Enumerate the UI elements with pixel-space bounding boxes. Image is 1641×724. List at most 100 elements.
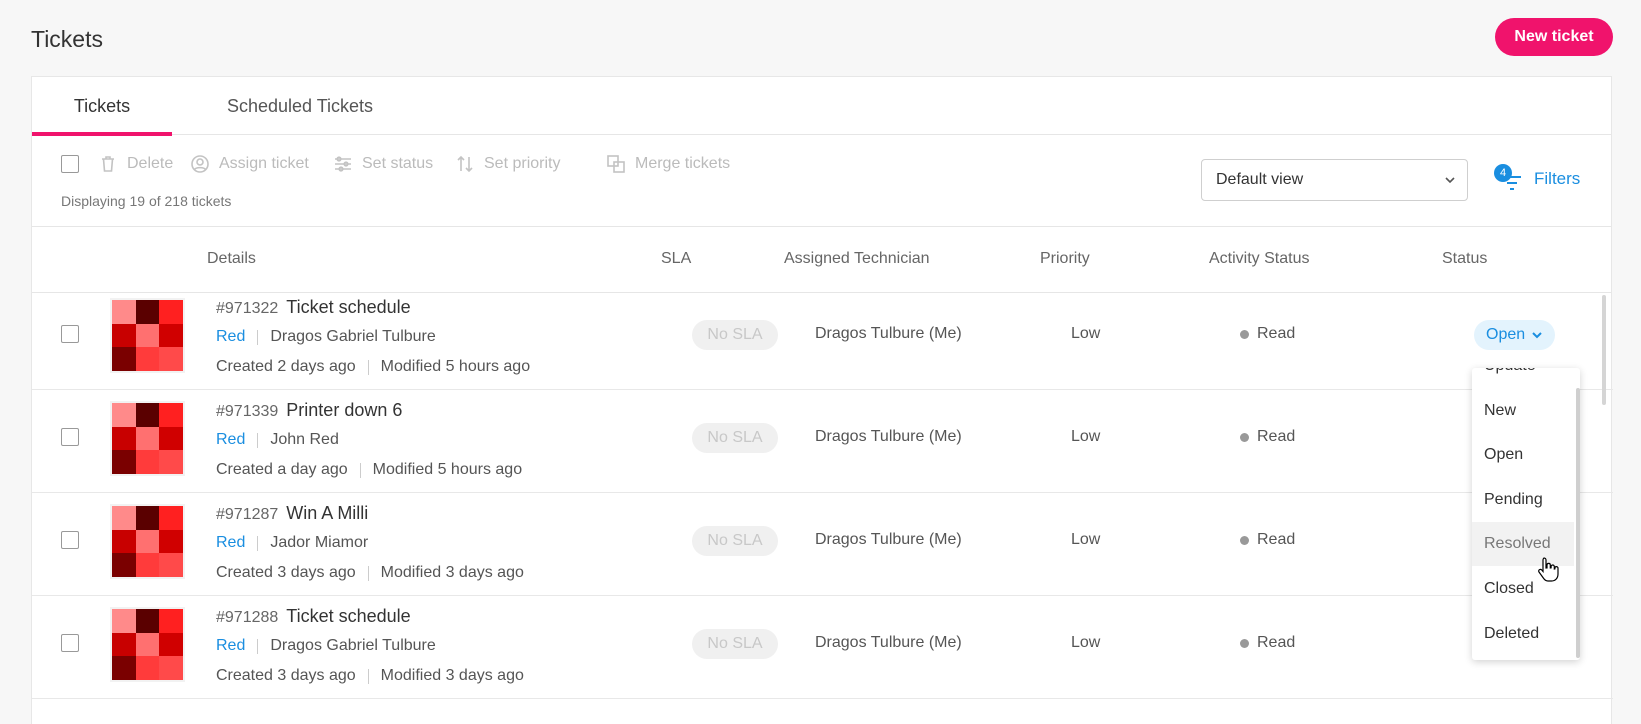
bulk-actions-toolbar: Delete Assign ticket Set status Set prio… [32, 135, 1611, 227]
separator [257, 432, 259, 448]
ticket-id-title[interactable]: #971322 Ticket schedule [216, 297, 411, 318]
dropdown-scrollbar[interactable] [1576, 388, 1580, 658]
merge-icon [607, 155, 625, 173]
avatar-cell [159, 656, 183, 680]
hand-pointer-cursor-icon [1538, 557, 1559, 582]
row-checkbox[interactable] [61, 428, 79, 446]
separator [367, 565, 369, 581]
avatar-cell [135, 300, 160, 324]
user-circle-icon [191, 155, 209, 173]
ticket-dates: Created 2 days ago Modified 5 hours ago [216, 358, 530, 376]
sla-badge: No SLA [692, 423, 778, 453]
tab-bar: Tickets Scheduled Tickets [32, 77, 1611, 136]
avatar-cell [135, 347, 160, 371]
avatar-cell [135, 426, 160, 451]
avatar-cell [135, 656, 160, 680]
status-option-open[interactable]: Open [1472, 433, 1574, 477]
avatar-cell [112, 323, 136, 348]
status-dropdown-menu: UpdateNewOpenPendingResolvedClosedDelete… [1472, 368, 1580, 660]
status-option-deleted[interactable]: Deleted [1472, 612, 1574, 656]
table-row[interactable]: #971287 Win A Milli Red Jador Miamor Created… [32, 489, 1613, 596]
activity-status: Read [1240, 634, 1295, 652]
ticket-id: #971288 [216, 609, 279, 626]
ticket-id: #971322 [216, 300, 279, 317]
table-row[interactable]: #971288 Ticket schedule Red Dragos Gabriel … [32, 592, 1613, 699]
ticket-id: #971287 [216, 506, 279, 523]
merge-tickets-action[interactable]: Merge tickets [606, 151, 730, 177]
chevron-down-icon [1532, 332, 1542, 339]
avatar-cell [112, 553, 136, 577]
avatar [110, 298, 185, 373]
avatar-cell [112, 347, 136, 371]
displaying-count: Displaying 19 of 218 tickets [61, 193, 232, 209]
company-link[interactable]: Red [216, 328, 245, 346]
table-row[interactable]: #971339 Printer down 6 Red John Red Created … [32, 386, 1613, 493]
view-select[interactable]: Default view [1201, 159, 1468, 201]
select-all-checkbox[interactable] [61, 155, 79, 173]
modified-date: Modified 3 days ago [380, 667, 524, 684]
ticket-title[interactable]: Ticket schedule [286, 606, 410, 626]
column-assigned-technician: Assigned Technician [784, 250, 930, 267]
avatar-cell [112, 632, 136, 657]
row-checkbox[interactable] [61, 325, 79, 343]
avatar-cell [159, 506, 183, 530]
sliders-icon [335, 156, 351, 172]
column-sla: SLA [661, 250, 692, 267]
ticket-id-title[interactable]: #971339 Printer down 6 [216, 400, 402, 421]
avatar-cell [159, 450, 183, 474]
company-link[interactable]: Red [216, 431, 245, 449]
company-link[interactable]: Red [216, 534, 245, 552]
set-status-action[interactable]: Set status [333, 151, 433, 177]
row-checkbox[interactable] [61, 531, 79, 549]
avatar-cell [112, 506, 136, 530]
sort-arrows-icon [457, 155, 473, 173]
status-option-pending[interactable]: Pending [1472, 478, 1574, 522]
assigned-technician: Dragos Tulbure (Me) [815, 428, 962, 445]
avatar-cell [112, 656, 136, 680]
assign-ticket-action[interactable]: Assign ticket [190, 151, 309, 177]
status-dropdown[interactable]: Open [1474, 320, 1556, 350]
ticket-company-contact: Red Dragos Gabriel Tulbure [216, 637, 436, 655]
priority: Low [1071, 325, 1101, 342]
avatar-cell [159, 553, 183, 577]
avatar-cell [135, 609, 160, 633]
ticket-id-title[interactable]: #971287 Win A Milli [216, 503, 368, 524]
activity-status: Read [1240, 428, 1295, 446]
created-date: Created 3 days ago [216, 667, 356, 684]
sla-badge: No SLA [692, 526, 778, 556]
tab-tickets[interactable]: Tickets [32, 77, 172, 136]
ticket-title[interactable]: Printer down 6 [286, 400, 402, 420]
status-option-update[interactable]: Update [1472, 368, 1574, 388]
avatar-cell [112, 300, 136, 324]
created-date: Created a day ago [216, 461, 348, 478]
contact-name: Dragos Gabriel Tulbure [270, 637, 436, 654]
ticket-id-title[interactable]: #971288 Ticket schedule [216, 606, 411, 627]
avatar-cell [112, 529, 136, 554]
tab-scheduled-tickets[interactable]: Scheduled Tickets [200, 77, 400, 135]
avatar-cell [135, 323, 160, 348]
ticket-dates: Created a day ago Modified 5 hours ago [216, 461, 522, 479]
trash-icon [102, 156, 114, 172]
avatar-cell [135, 403, 160, 427]
set-priority-action[interactable]: Set priority [455, 151, 560, 177]
ticket-title[interactable]: Ticket schedule [286, 297, 410, 317]
ticket-dates: Created 3 days ago Modified 3 days ago [216, 667, 524, 685]
avatar-cell [112, 426, 136, 451]
column-status: Status [1442, 250, 1488, 267]
table-row[interactable]: #971322 Ticket schedule Red Dragos Gabriel … [32, 283, 1613, 390]
created-date: Created 3 days ago [216, 564, 356, 581]
delete-action[interactable]: Delete [98, 151, 173, 177]
sla-badge: No SLA [692, 320, 778, 350]
avatar-cell [135, 553, 160, 577]
filters-button[interactable]: 4 Filters [1494, 163, 1580, 195]
row-checkbox[interactable] [61, 634, 79, 652]
avatar-cell [112, 450, 136, 474]
status-option-new[interactable]: New [1472, 389, 1574, 433]
new-ticket-button[interactable]: New ticket [1495, 18, 1613, 56]
contact-name: John Red [270, 431, 339, 448]
avatar-cell [159, 323, 183, 348]
company-link[interactable]: Red [216, 637, 245, 655]
table-scrollbar[interactable] [1602, 295, 1606, 405]
ticket-title[interactable]: Win A Milli [286, 503, 368, 523]
assigned-technician: Dragos Tulbure (Me) [815, 325, 962, 342]
